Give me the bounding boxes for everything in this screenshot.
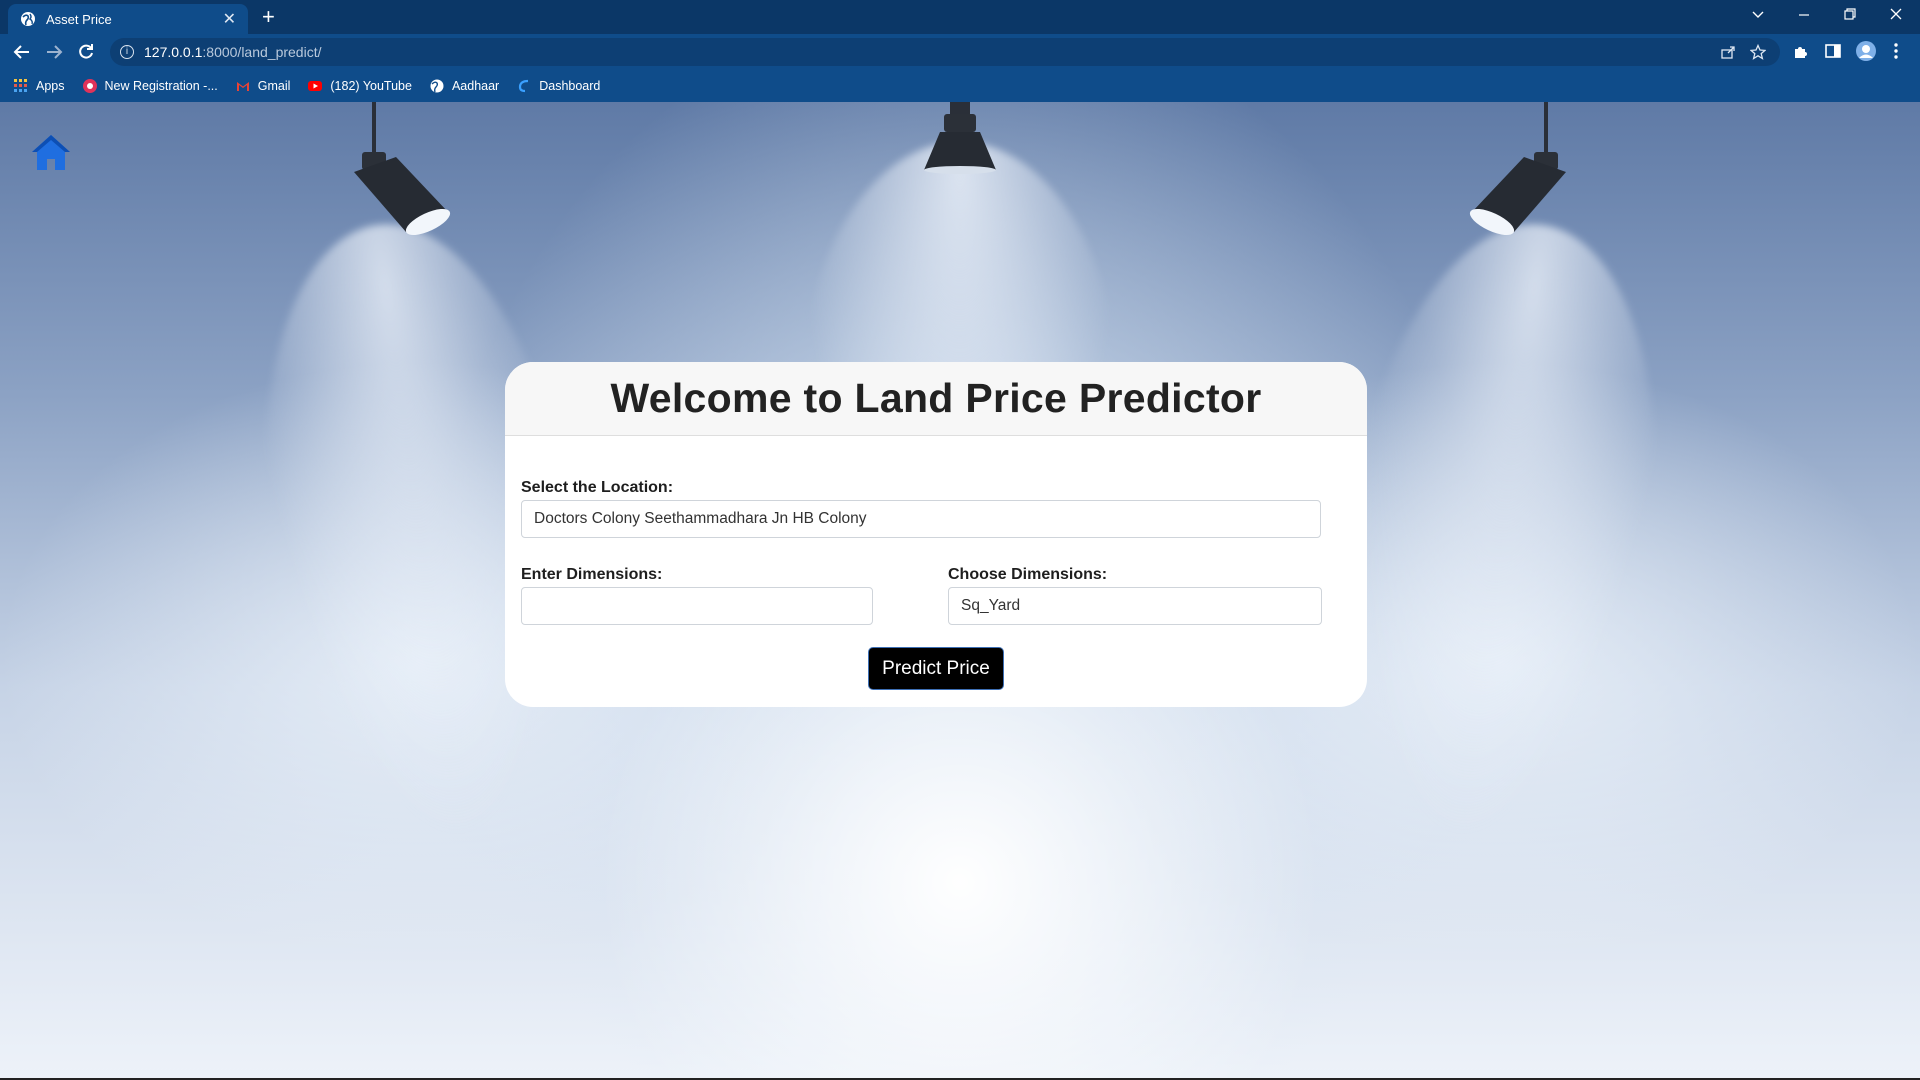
browser-tab-strip: Asset Price ✕ + [0, 0, 1920, 34]
forward-arrow-icon[interactable] [44, 42, 64, 62]
unit-select-value: Sq_Yard [961, 597, 1021, 614]
restore-icon[interactable] [1843, 7, 1857, 21]
browser-menu-icon[interactable] [1892, 42, 1900, 60]
registration-icon [82, 79, 97, 93]
globe-icon [21, 12, 35, 26]
bookmark-gmail[interactable]: Gmail [236, 79, 291, 93]
globe-icon [430, 79, 444, 93]
spotlight-right-icon [1469, 102, 1566, 236]
profile-avatar-icon[interactable] [1855, 40, 1877, 62]
location-select-value: Doctors Colony Seethammadhara Jn HB Colo… [534, 510, 867, 527]
bookmark-label: Apps [36, 79, 65, 93]
side-panel-icon[interactable] [1824, 42, 1842, 60]
bookmarks-bar: Apps New Registration -... Gmail (182) Y… [0, 70, 1920, 102]
bookmark-youtube[interactable]: (182) YouTube [308, 79, 412, 93]
bookmark-label: Dashboard [539, 79, 601, 93]
unit-label: Choose Dimensions: [948, 566, 1108, 583]
apps-grid-icon [14, 79, 27, 92]
page-background: Welcome to Land Price Predictor Select t… [0, 102, 1920, 1078]
youtube-icon [308, 81, 323, 91]
location-label: Select the Location: [521, 479, 674, 496]
bookmark-new-registration[interactable]: New Registration -... [82, 79, 218, 93]
location-select[interactable]: Doctors Colony Seethammadhara Jn HB Colo… [521, 500, 1321, 538]
dimensions-input[interactable] [521, 587, 873, 625]
gmail-icon [236, 82, 249, 91]
back-arrow-icon[interactable] [12, 42, 32, 62]
new-tab-icon[interactable]: + [262, 4, 275, 30]
tab-search-chevron-icon[interactable] [1751, 8, 1765, 22]
bookmark-label: Gmail [257, 79, 291, 93]
minimize-icon[interactable] [1797, 8, 1811, 22]
spotlight-left-icon [354, 102, 451, 236]
address-bar[interactable]: i 127.0.0.1:8000/land_predict/ [110, 38, 1780, 66]
bookmark-label: New Registration -... [104, 79, 218, 93]
close-window-icon[interactable] [1889, 7, 1903, 21]
bookmark-aadhaar[interactable]: Aadhaar [430, 79, 499, 93]
url-host: 127.0.0.1 [144, 44, 203, 60]
tab-title: Asset Price [46, 11, 112, 27]
predictor-card: Welcome to Land Price Predictor Select t… [505, 362, 1367, 707]
browser-tab[interactable]: Asset Price ✕ [8, 4, 248, 34]
bookmark-dashboard[interactable]: Dashboard [517, 79, 600, 93]
unit-select[interactable]: Sq_Yard [948, 587, 1322, 625]
page-title: Welcome to Land Price Predictor [610, 375, 1262, 421]
close-tab-icon[interactable]: ✕ [223, 9, 236, 29]
browser-toolbar: i 127.0.0.1:8000/land_predict/ [0, 34, 1920, 70]
site-info-icon[interactable]: i [120, 45, 134, 59]
bookmark-apps[interactable]: Apps [14, 79, 65, 93]
bookmark-star-icon[interactable] [1750, 44, 1766, 60]
reload-icon[interactable] [76, 42, 96, 62]
predict-price-button[interactable]: Predict Price [868, 647, 1004, 690]
bookmark-label: Aadhaar [451, 79, 500, 93]
card-header: Welcome to Land Price Predictor [505, 362, 1367, 436]
dashboard-icon [519, 79, 529, 93]
dimensions-label: Enter Dimensions: [521, 566, 663, 583]
extensions-puzzle-icon[interactable] [1792, 42, 1810, 60]
share-icon[interactable] [1720, 44, 1736, 60]
spotlight-center-icon [924, 102, 996, 174]
bookmark-label: (182) YouTube [330, 79, 412, 93]
url-path: :8000/land_predict/ [202, 44, 322, 60]
home-icon[interactable] [30, 132, 72, 174]
